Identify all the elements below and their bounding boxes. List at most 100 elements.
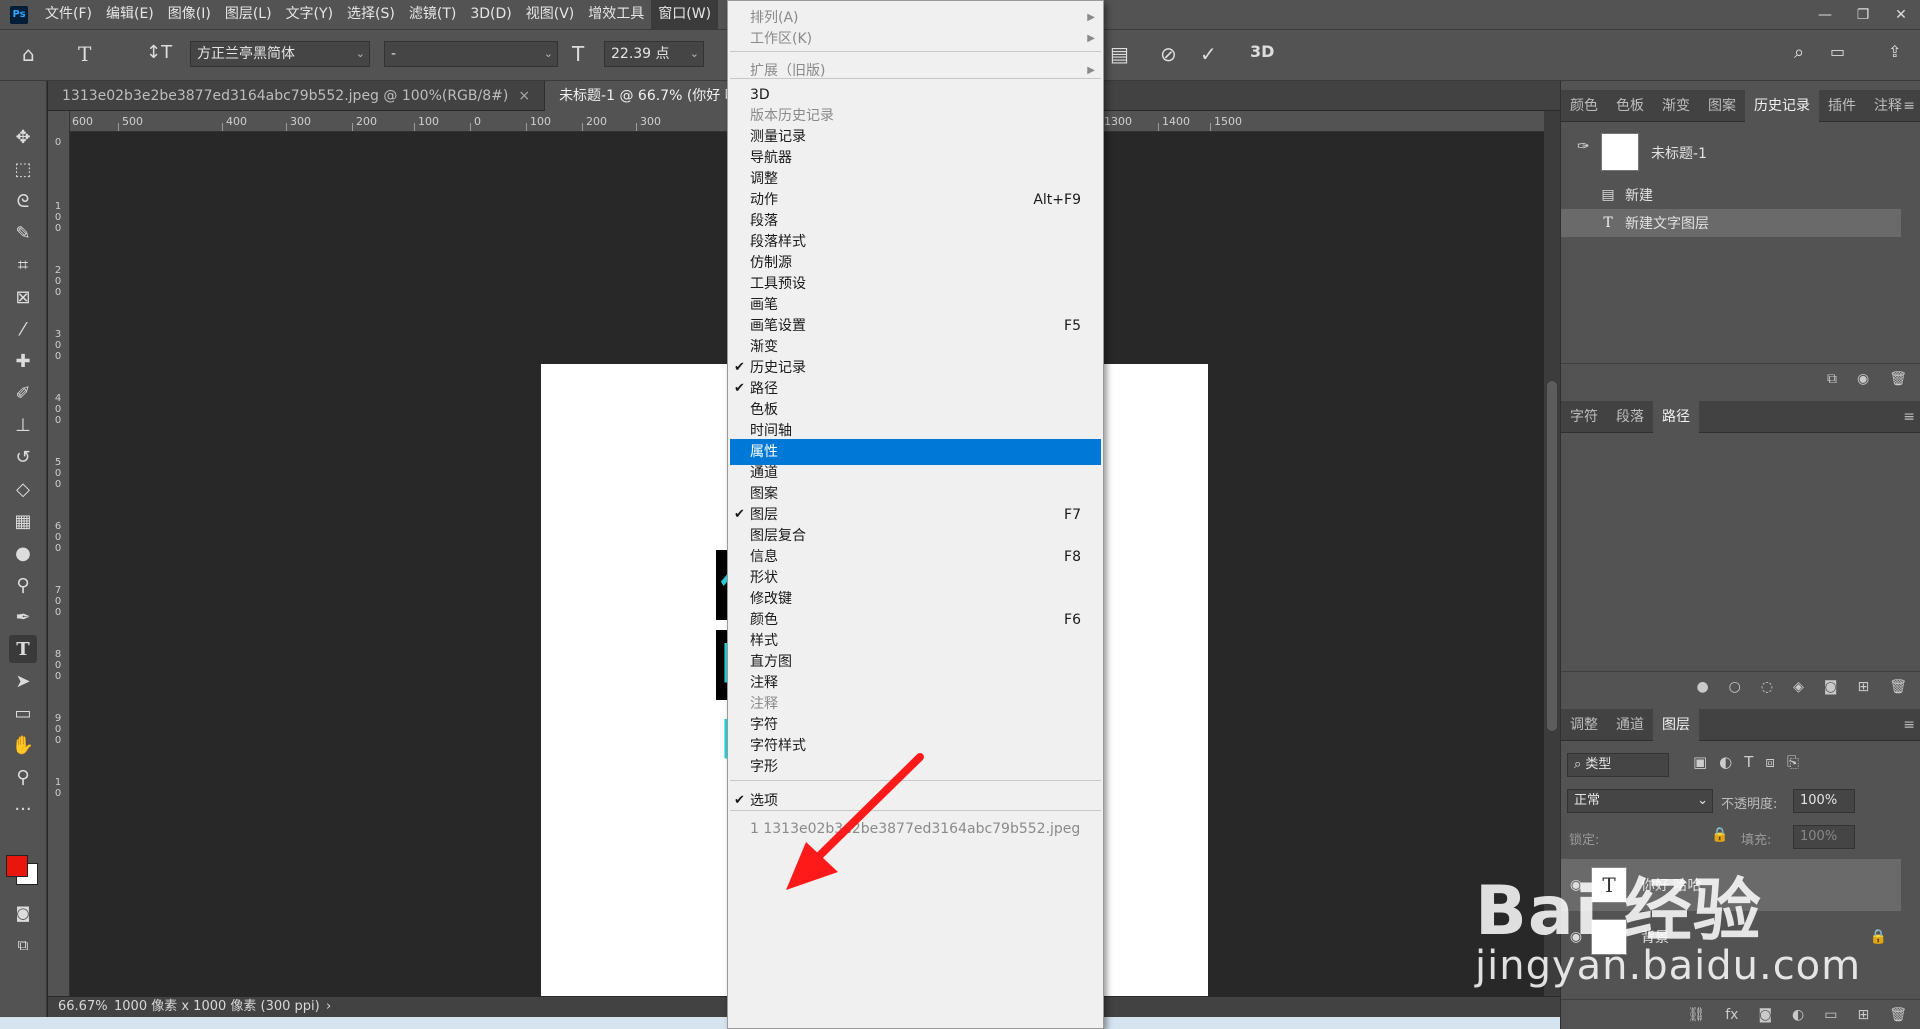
crop-tool-icon[interactable]: ⌗ <box>9 251 37 279</box>
home-icon[interactable]: ⌂ <box>22 42 35 66</box>
menu-plugins[interactable]: 增效工具 <box>581 0 651 29</box>
gradient-tool-icon[interactable]: ▦ <box>9 507 37 535</box>
panel-toggle-icon[interactable]: ▤ <box>1110 42 1129 66</box>
type-tool-icon[interactable]: T <box>78 42 91 66</box>
eyedropper-tool-icon[interactable]: ⁄ <box>9 315 37 343</box>
path-select-tool-icon[interactable]: ➤ <box>9 667 37 695</box>
font-style-select[interactable]: - ⌄ <box>384 41 558 67</box>
menu-type[interactable]: 文字(Y) <box>279 0 340 29</box>
history-brush-tool-icon[interactable]: ↺ <box>9 443 37 471</box>
panel-menu-icon[interactable]: ≡ <box>1903 401 1915 433</box>
workspace-icon[interactable]: ▭ <box>1830 42 1845 61</box>
fill-input[interactable]: 100% <box>1793 825 1855 849</box>
status-arrow-icon[interactable]: › <box>326 997 331 1017</box>
fill-path-icon[interactable]: ● <box>1696 679 1708 695</box>
menu-select[interactable]: 选择(S) <box>340 0 402 29</box>
marquee-tool-icon[interactable]: ⬚ <box>9 155 37 183</box>
panel-tab[interactable]: 图层 <box>1653 709 1699 741</box>
menu-edit[interactable]: 编辑(E) <box>99 0 161 29</box>
load-selection-icon[interactable]: ◌ <box>1761 679 1773 695</box>
zoom-tool-icon[interactable]: ⚲ <box>9 763 37 791</box>
window-menu-item[interactable]: 扩展（旧版) ▶ <box>728 58 1103 84</box>
panel-tab[interactable]: 颜色 <box>1561 90 1607 122</box>
layer-filter-icons[interactable]: ▣◐T⧈⎘ <box>1693 753 1811 771</box>
history-brush-source-icon[interactable]: ✑ <box>1577 137 1590 155</box>
restore-icon[interactable]: ❐ <box>1844 0 1882 29</box>
history-item[interactable]: ▤ 新建 <box>1561 181 1901 209</box>
new-document-from-state-icon[interactable]: ⧉ <box>1827 371 1837 387</box>
pen-tool-icon[interactable]: ✒ <box>9 603 37 631</box>
menu-item-label: 扩展（旧版) <box>750 63 826 79</box>
search-icon[interactable]: ⌕ <box>1794 42 1804 63</box>
lasso-tool-icon[interactable]: ᘓ <box>9 187 37 215</box>
panel-tab[interactable]: 插件 <box>1819 90 1865 122</box>
stamp-tool-icon[interactable]: ⊥ <box>9 411 37 439</box>
3d-icon[interactable]: 3D <box>1250 42 1274 61</box>
blur-tool-icon[interactable]: ● <box>9 539 37 567</box>
panel-tab[interactable]: 调整 <box>1561 709 1607 741</box>
trash-icon[interactable]: 🗑 <box>1889 679 1907 695</box>
panel-tab[interactable]: 段落 <box>1607 401 1653 433</box>
eraser-tool-icon[interactable]: ◇ <box>9 475 37 503</box>
type-tool-icon[interactable]: T <box>9 635 37 663</box>
window-menu-item[interactable]: 工作区(K) ▶ <box>728 26 1103 52</box>
trash-icon[interactable]: 🗑 <box>1889 371 1907 387</box>
menu-3d[interactable]: 3D(D) <box>463 0 518 29</box>
rectangle-tool-icon[interactable]: ▭ <box>9 699 37 727</box>
text-orientation-icon[interactable]: ↕T <box>146 42 172 63</box>
panel-tab[interactable]: 渐变 <box>1653 90 1699 122</box>
close-icon[interactable]: ✕ <box>1882 0 1920 29</box>
window-menu-item[interactable]: 字形 <box>728 754 1103 780</box>
cancel-icon[interactable]: ⊘ <box>1160 42 1177 66</box>
new-path-icon[interactable]: ⊞ <box>1857 679 1869 695</box>
tab-document-jpeg[interactable]: 1313e02b3e2be3877ed3164abc79b552.jpeg @ … <box>48 81 546 111</box>
hand-tool-icon[interactable]: ✋ <box>9 731 37 759</box>
share-icon[interactable]: ⇪ <box>1888 42 1901 61</box>
menu-item-label: 工具预设 <box>750 276 806 292</box>
make-work-path-icon[interactable]: ◈ <box>1793 679 1804 695</box>
window-menu-item[interactable]: ✔ 选项 <box>728 788 1103 814</box>
layer-filter-select[interactable]: ⌕ 类型 <box>1567 753 1669 777</box>
snapshot-thumbnail[interactable] <box>1601 133 1639 171</box>
panel-tab[interactable]: 字符 <box>1561 401 1607 433</box>
close-icon[interactable]: × <box>518 88 530 104</box>
quick-mask-icon[interactable]: ◙ <box>9 899 37 927</box>
menu-layer[interactable]: 图层(L) <box>218 0 279 29</box>
dodge-tool-icon[interactable]: ⚲ <box>9 571 37 599</box>
window-menu-item[interactable]: 1 1313e02b3e2be3877ed3164abc79b552.jpeg <box>728 816 1103 842</box>
foreground-color-swatch[interactable] <box>6 855 28 877</box>
commit-check-icon[interactable]: ✓ <box>1200 42 1217 66</box>
panel-menu-icon[interactable]: ≡ <box>1903 90 1915 122</box>
panel-tab[interactable]: 色板 <box>1607 90 1653 122</box>
scroll-thumb[interactable] <box>1547 381 1557 731</box>
more-tools-icon[interactable]: ··· <box>9 795 37 823</box>
opacity-input[interactable]: 100% <box>1793 789 1855 813</box>
menu-image[interactable]: 图像(I) <box>161 0 218 29</box>
healing-brush-tool-icon[interactable]: ✚ <box>9 347 37 375</box>
menu-view[interactable]: 视图(V) <box>519 0 582 29</box>
panel-menu-icon[interactable]: ≡ <box>1903 709 1915 741</box>
panel-tab[interactable]: 通道 <box>1607 709 1653 741</box>
blend-mode-select[interactable]: 正常 ⌄ <box>1567 789 1713 813</box>
menu-window[interactable]: 窗口(W) <box>651 0 719 29</box>
menu-file[interactable]: 文件(F) <box>38 0 99 29</box>
font-size-select[interactable]: 22.39 点 ⌄ <box>604 41 704 67</box>
history-item[interactable]: T 新建文字图层 <box>1561 209 1901 237</box>
panel-tab[interactable]: 图案 <box>1699 90 1745 122</box>
stroke-path-icon[interactable]: ○ <box>1729 679 1741 695</box>
frame-tool-icon[interactable]: ⊠ <box>9 283 37 311</box>
screen-mode-icon[interactable]: ⧉ <box>9 931 37 959</box>
minimize-icon[interactable]: — <box>1806 0 1844 29</box>
snapshot-label[interactable]: 未标题-1 <box>1651 143 1707 163</box>
add-mask-icon[interactable]: ◙ <box>1824 679 1838 695</box>
panel-tab[interactable]: 路径 <box>1653 401 1699 433</box>
camera-snapshot-icon[interactable]: ◉ <box>1857 371 1869 387</box>
font-family-select[interactable]: 方正兰亭黑简体 ⌄ <box>190 41 370 67</box>
move-tool-icon[interactable]: ✥ <box>9 123 37 151</box>
brush-tool-icon[interactable]: ✐ <box>9 379 37 407</box>
panel-tab[interactable]: 历史记录 <box>1745 90 1819 122</box>
quick-select-tool-icon[interactable]: ✎ <box>9 219 37 247</box>
menu-filter[interactable]: 滤镜(T) <box>402 0 463 29</box>
zoom-level[interactable]: 66.67% <box>58 997 108 1017</box>
lock-all-icon[interactable]: 🔒 <box>1711 827 1728 843</box>
